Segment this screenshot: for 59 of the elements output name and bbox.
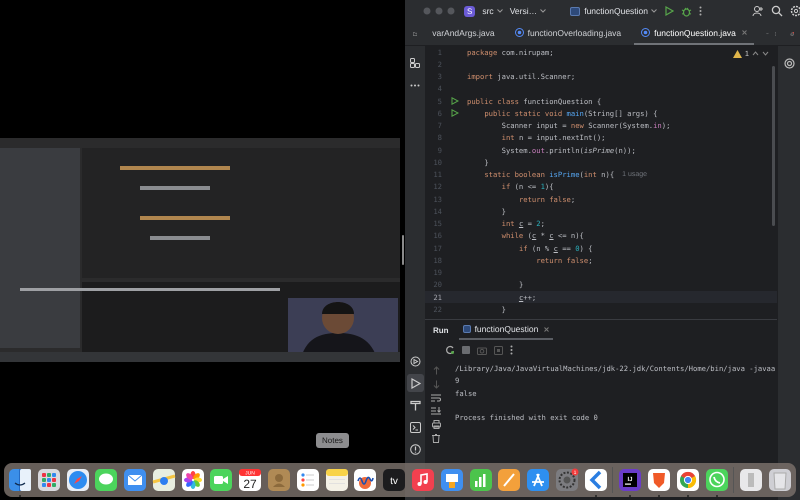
- music-note-icon[interactable]: [410, 468, 435, 492]
- tooltip: Notes: [316, 433, 349, 448]
- notepad-icon[interactable]: [324, 468, 349, 492]
- run-icon[interactable]: [664, 6, 674, 16]
- close-icon[interactable]: [544, 326, 550, 332]
- class-icon: [514, 28, 524, 37]
- class-icon: [641, 28, 650, 37]
- tv-icon[interactable]: tv: [382, 468, 406, 492]
- chevron-down-icon: [496, 9, 503, 13]
- flower-icon[interactable]: [180, 468, 205, 492]
- run-config-dropdown[interactable]: functionQuestion: [584, 6, 657, 16]
- search-icon[interactable]: [771, 5, 783, 17]
- scroll-to-end-icon[interactable]: [431, 407, 441, 415]
- smiling-face-icon[interactable]: [8, 468, 32, 492]
- project-badge: S: [464, 6, 476, 16]
- document-icon[interactable]: [739, 468, 764, 492]
- print-icon[interactable]: [432, 420, 440, 429]
- settings-icon[interactable]: [790, 5, 800, 17]
- pencil-icon[interactable]: [497, 468, 522, 492]
- shield-icon[interactable]: [646, 468, 671, 492]
- bug-icon[interactable]: [681, 6, 692, 16]
- chevron-down-icon: [651, 9, 657, 13]
- bar-chart-icon[interactable]: [468, 468, 492, 492]
- chevron-down-icon: [540, 9, 546, 13]
- compass-icon[interactable]: [66, 468, 90, 492]
- add-user-icon[interactable]: [752, 5, 764, 17]
- project-dropdown[interactable]: src: [482, 6, 503, 16]
- close-icon[interactable]: [742, 30, 747, 35]
- soft-wrap-icon[interactable]: [431, 394, 441, 402]
- arrow-down-icon[interactable]: [762, 51, 769, 56]
- app-grid-icon[interactable]: [36, 468, 61, 492]
- rerun-icon[interactable]: [445, 345, 455, 355]
- warning-icon[interactable]: [732, 50, 742, 58]
- file-tab[interactable]: functionQuestion.java: [634, 22, 754, 45]
- more-icon[interactable]: [699, 6, 702, 16]
- trash-icon[interactable]: [432, 434, 440, 443]
- run-config-icon: [462, 325, 471, 333]
- video-camera-icon[interactable]: [209, 468, 234, 492]
- run-tab[interactable]: functionQuestion: [458, 320, 554, 340]
- run-config-icon: [570, 6, 580, 16]
- ring-icon[interactable]: [676, 468, 700, 492]
- file-tab[interactable]: functionOverloading.java: [508, 22, 628, 45]
- vcs-dropdown[interactable]: Versi…: [510, 6, 546, 16]
- checklist-icon[interactable]: [296, 468, 320, 492]
- map-icon[interactable]: [152, 468, 176, 492]
- spiral-icon[interactable]: [784, 58, 794, 69]
- more-icon[interactable]: [510, 345, 513, 355]
- trash-icon[interactable]: [768, 468, 792, 492]
- speech-bubble-icon[interactable]: [94, 468, 118, 492]
- phone-bubble-icon[interactable]: [704, 468, 729, 492]
- arrow-up-icon[interactable]: [752, 51, 759, 56]
- squiggle-icon[interactable]: [353, 468, 378, 492]
- run-icon[interactable]: [406, 374, 424, 392]
- podium-icon[interactable]: [440, 468, 464, 492]
- file-tab[interactable]: varAndArgs.java: [425, 22, 502, 45]
- envelope-icon[interactable]: [123, 468, 148, 492]
- panel-title: Run: [433, 326, 449, 334]
- crossed-sticks-icon[interactable]: [526, 468, 550, 492]
- chevron-icon[interactable]: [584, 468, 608, 492]
